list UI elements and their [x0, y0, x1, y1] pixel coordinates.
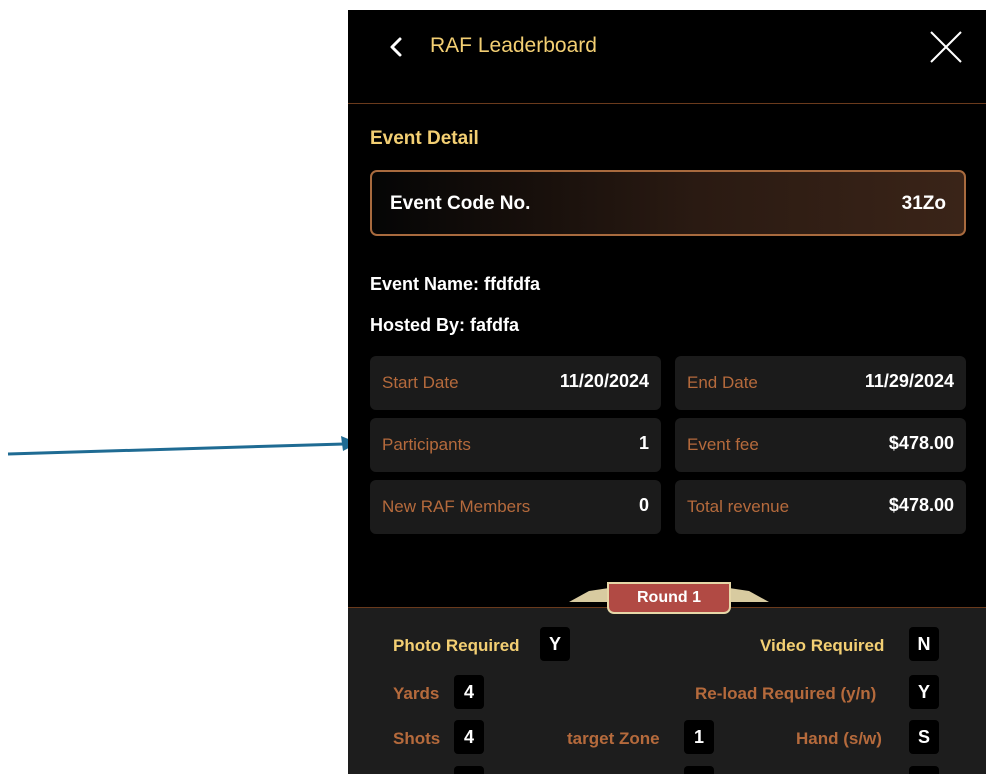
- event-code-label: Event Code No.: [390, 193, 531, 214]
- yards-value: 4: [454, 675, 484, 709]
- stat-value: 0: [638, 495, 649, 515]
- event-name: Event Name: ffdfdfa: [370, 274, 541, 294]
- stat-label: Participants: [382, 435, 471, 454]
- next-row-value-box: [909, 766, 939, 774]
- photo-required-label: Photo Required: [393, 636, 520, 655]
- shots-label: Shots: [393, 729, 441, 748]
- header-bar: RAF Leaderboard: [348, 10, 986, 104]
- stat-label: End Date: [687, 373, 758, 392]
- stat-label: Total revenue: [687, 497, 790, 516]
- stat-new-members: New RAF Members 0: [370, 480, 661, 534]
- hand-value: S: [909, 720, 939, 754]
- stat-participants: Participants 1: [370, 418, 661, 472]
- ribbon-wing-left: [569, 588, 609, 602]
- event-code-card: Event Code No. 31Zo: [370, 170, 966, 236]
- next-row-value-box: [454, 766, 484, 774]
- stat-value: 1: [638, 433, 649, 453]
- video-required-label: Video Required: [760, 636, 885, 655]
- reload-required-value: Y: [909, 675, 939, 709]
- section-title-event-detail: Event Detail: [370, 128, 479, 149]
- event-code-value: 31Zo: [901, 193, 946, 214]
- next-row-value-box: [684, 766, 714, 774]
- round-section: [348, 607, 986, 774]
- target-zone-label: target Zone: [567, 729, 660, 748]
- hosted-by: Hosted By: fafdfa: [370, 315, 520, 335]
- photo-required-value: Y: [540, 627, 570, 661]
- stat-value: $478.00: [888, 495, 954, 515]
- stat-value: 11/29/2024: [864, 371, 954, 391]
- stat-label: New RAF Members: [382, 497, 531, 516]
- page-title: RAF Leaderboard: [430, 34, 597, 57]
- stat-end-date: End Date 11/29/2024: [675, 356, 966, 410]
- chevron-left-icon[interactable]: [386, 32, 406, 62]
- hand-label: Hand (s/w): [796, 729, 882, 748]
- annotation-arrow: [7, 436, 358, 456]
- stat-event-fee: Event fee $478.00: [675, 418, 966, 472]
- ribbon-wing-right: [729, 588, 769, 602]
- stat-value: 11/20/2024: [559, 371, 649, 391]
- stat-label: Event fee: [687, 435, 759, 454]
- shots-value: 4: [454, 720, 484, 754]
- stat-total-revenue: Total revenue $478.00: [675, 480, 966, 534]
- event-detail-panel: RAF Leaderboard Event Detail Event Code …: [348, 10, 986, 774]
- stat-value: $478.00: [888, 433, 954, 453]
- target-zone-value: 1: [684, 720, 714, 754]
- round-badge[interactable]: Round 1: [607, 582, 731, 614]
- close-icon[interactable]: [928, 29, 964, 65]
- reload-required-label: Re-load Required (y/n): [695, 684, 877, 703]
- video-required-value: N: [909, 627, 939, 661]
- stat-start-date: Start Date 11/20/2024: [370, 356, 661, 410]
- yards-label: Yards: [393, 684, 440, 703]
- stat-label: Start Date: [382, 373, 459, 392]
